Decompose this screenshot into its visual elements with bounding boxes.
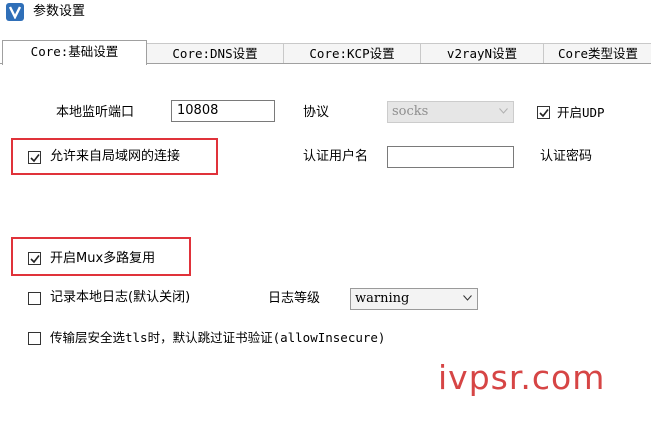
enable-udp-label: 开启UDP bbox=[557, 105, 605, 120]
checkmark-icon bbox=[539, 109, 549, 118]
tab-core-type[interactable]: Core类型设置 bbox=[543, 43, 651, 64]
protocol-select[interactable]: socks bbox=[387, 101, 514, 123]
enable-mux-checkbox[interactable] bbox=[28, 252, 41, 265]
tab-core-kcp[interactable]: Core:KCP设置 bbox=[283, 43, 421, 64]
log-level-value: warning bbox=[355, 291, 410, 306]
checkmark-icon bbox=[30, 154, 40, 163]
enable-mux-label: 开启Mux多路复用 bbox=[50, 251, 156, 266]
local-port-input[interactable]: 10808 bbox=[171, 100, 275, 122]
tab-core-dns[interactable]: Core:DNS设置 bbox=[146, 43, 284, 64]
enable-udp-checkbox[interactable] bbox=[537, 106, 550, 119]
tab-v2rayn-settings[interactable]: v2rayN设置 bbox=[420, 43, 544, 64]
auth-pass-label: 认证密码 bbox=[540, 149, 593, 164]
tab-core-basic[interactable]: Core:基础设置 bbox=[2, 40, 147, 65]
v2rayn-logo-icon bbox=[6, 3, 24, 21]
auth-user-input[interactable] bbox=[387, 146, 514, 168]
allow-insecure-label: 传输层安全选tls时，默认跳过证书验证(allowInsecure) bbox=[50, 330, 386, 345]
tab-strip: Core:基础设置 Core:DNS设置 Core:KCP设置 v2rayN设置… bbox=[0, 40, 651, 65]
log-level-label: 日志等级 bbox=[268, 291, 321, 306]
allow-insecure-checkbox[interactable] bbox=[28, 332, 41, 345]
log-local-checkbox[interactable] bbox=[28, 292, 41, 305]
chevron-down-icon bbox=[499, 108, 508, 114]
log-local-label: 记录本地日志(默认关闭) bbox=[50, 290, 191, 305]
allow-lan-checkbox[interactable] bbox=[28, 151, 41, 164]
protocol-label: 协议 bbox=[303, 105, 330, 120]
chevron-down-icon bbox=[463, 295, 472, 301]
auth-user-label: 认证用户名 bbox=[303, 149, 369, 164]
local-port-label: 本地监听端口 bbox=[56, 105, 135, 120]
protocol-value: socks bbox=[392, 104, 429, 119]
allow-lan-label: 允许来自局域网的连接 bbox=[50, 149, 181, 164]
window-title: 参数设置 bbox=[33, 4, 86, 19]
title-bar: 参数设置 bbox=[0, 0, 651, 30]
log-level-select[interactable]: warning bbox=[350, 288, 478, 310]
checkmark-icon bbox=[30, 255, 40, 264]
watermark: ivpsr.com bbox=[438, 358, 606, 397]
